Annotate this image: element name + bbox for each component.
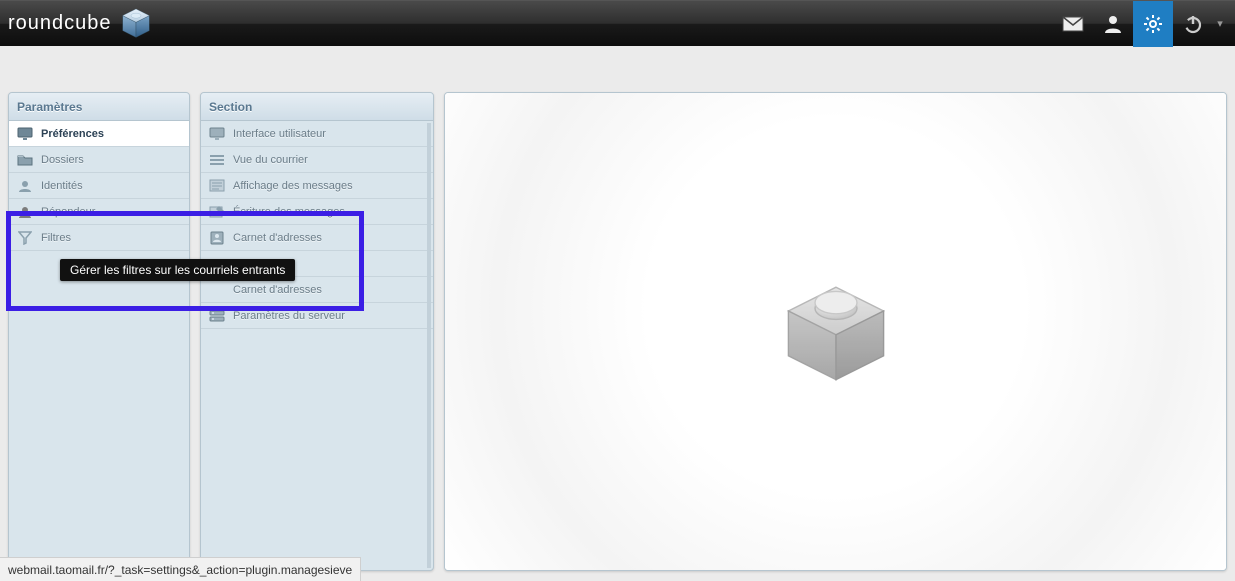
section-item-label: Interface utilisateur [233,128,326,140]
section-item-label: Carnet d'adresses [233,232,322,244]
section-panel-title: Section [201,93,433,121]
message-view-icon [209,179,225,192]
cube-watermark-icon [766,262,906,402]
dropdown-caret-icon[interactable]: ▾ [1213,17,1227,30]
identity-icon [17,179,33,193]
gear-icon [1143,14,1163,34]
mail-icon [1062,16,1084,32]
power-icon [1183,14,1203,34]
content-panel [444,92,1227,571]
section-item-label: Affichage des messages [233,180,353,192]
settings-item-label: Préférences [41,128,104,140]
app-logo[interactable]: roundcube [8,4,156,44]
section-item-label: Écriture des messages [233,206,345,218]
person-icon [1103,14,1123,34]
workarea: Paramètres Préférences Dossiers Identité… [8,92,1227,571]
settings-panel: Paramètres Préférences Dossiers Identité… [8,92,190,571]
monitor-icon [17,127,33,141]
settings-item-preferences[interactable]: Préférences [9,121,189,147]
section-panel: Section Interface utilisateur Vue du cou… [200,92,434,571]
compose-icon [209,205,225,218]
away-icon [17,205,33,219]
status-url: webmail.taomail.fr/?_task=settings&_acti… [8,563,352,577]
nav-mail[interactable] [1053,1,1093,47]
nav-contacts[interactable] [1093,1,1133,47]
section-item-mailview[interactable]: Vue du courrier [201,147,433,173]
server-icon [209,310,225,322]
settings-item-folders[interactable]: Dossiers [9,147,189,173]
settings-panel-title: Paramètres [9,93,189,121]
settings-item-autoresponder[interactable]: Répondeur [9,199,189,225]
section-item-label: Paramètres du serveur [233,310,345,322]
status-bar: webmail.taomail.fr/?_task=settings&_acti… [0,557,361,581]
settings-item-label: Répondeur [41,206,95,218]
settings-item-filters[interactable]: Filtres [9,225,189,251]
section-item-ui[interactable]: Interface utilisateur [201,121,433,147]
section-item-server[interactable]: Paramètres du serveur [201,303,433,329]
monitor-icon [209,127,225,141]
folder-icon [17,153,33,166]
settings-list: Préférences Dossiers Identités Répondeur [9,121,189,570]
scrollbar[interactable] [427,123,431,568]
section-item-label: Carnet d'adresses [233,284,322,296]
topnav: ▾ [1053,1,1227,47]
settings-item-label: Dossiers [41,154,84,166]
section-item-msgdisplay[interactable]: Affichage des messages [201,173,433,199]
nav-settings[interactable] [1133,1,1173,47]
tooltip: Gérer les filtres sur les courriels entr… [60,259,295,281]
content-watermark [445,93,1226,570]
filter-icon [17,231,33,245]
settings-item-label: Filtres [41,232,71,244]
section-item-compose[interactable]: Écriture des messages [201,199,433,225]
addressbook-icon [209,231,225,245]
settings-item-identities[interactable]: Identités [9,173,189,199]
cube-icon [116,4,156,44]
section-item-addressbook[interactable]: Carnet d'adresses [201,225,433,251]
list-icon [209,154,225,166]
app-name: roundcube [8,12,112,35]
section-list: Interface utilisateur Vue du courrier Af… [201,121,433,570]
section-item-label: Vue du courrier [233,154,308,166]
topbar: roundcube [0,0,1235,46]
settings-item-label: Identités [41,180,83,192]
nav-logout[interactable] [1173,1,1213,47]
